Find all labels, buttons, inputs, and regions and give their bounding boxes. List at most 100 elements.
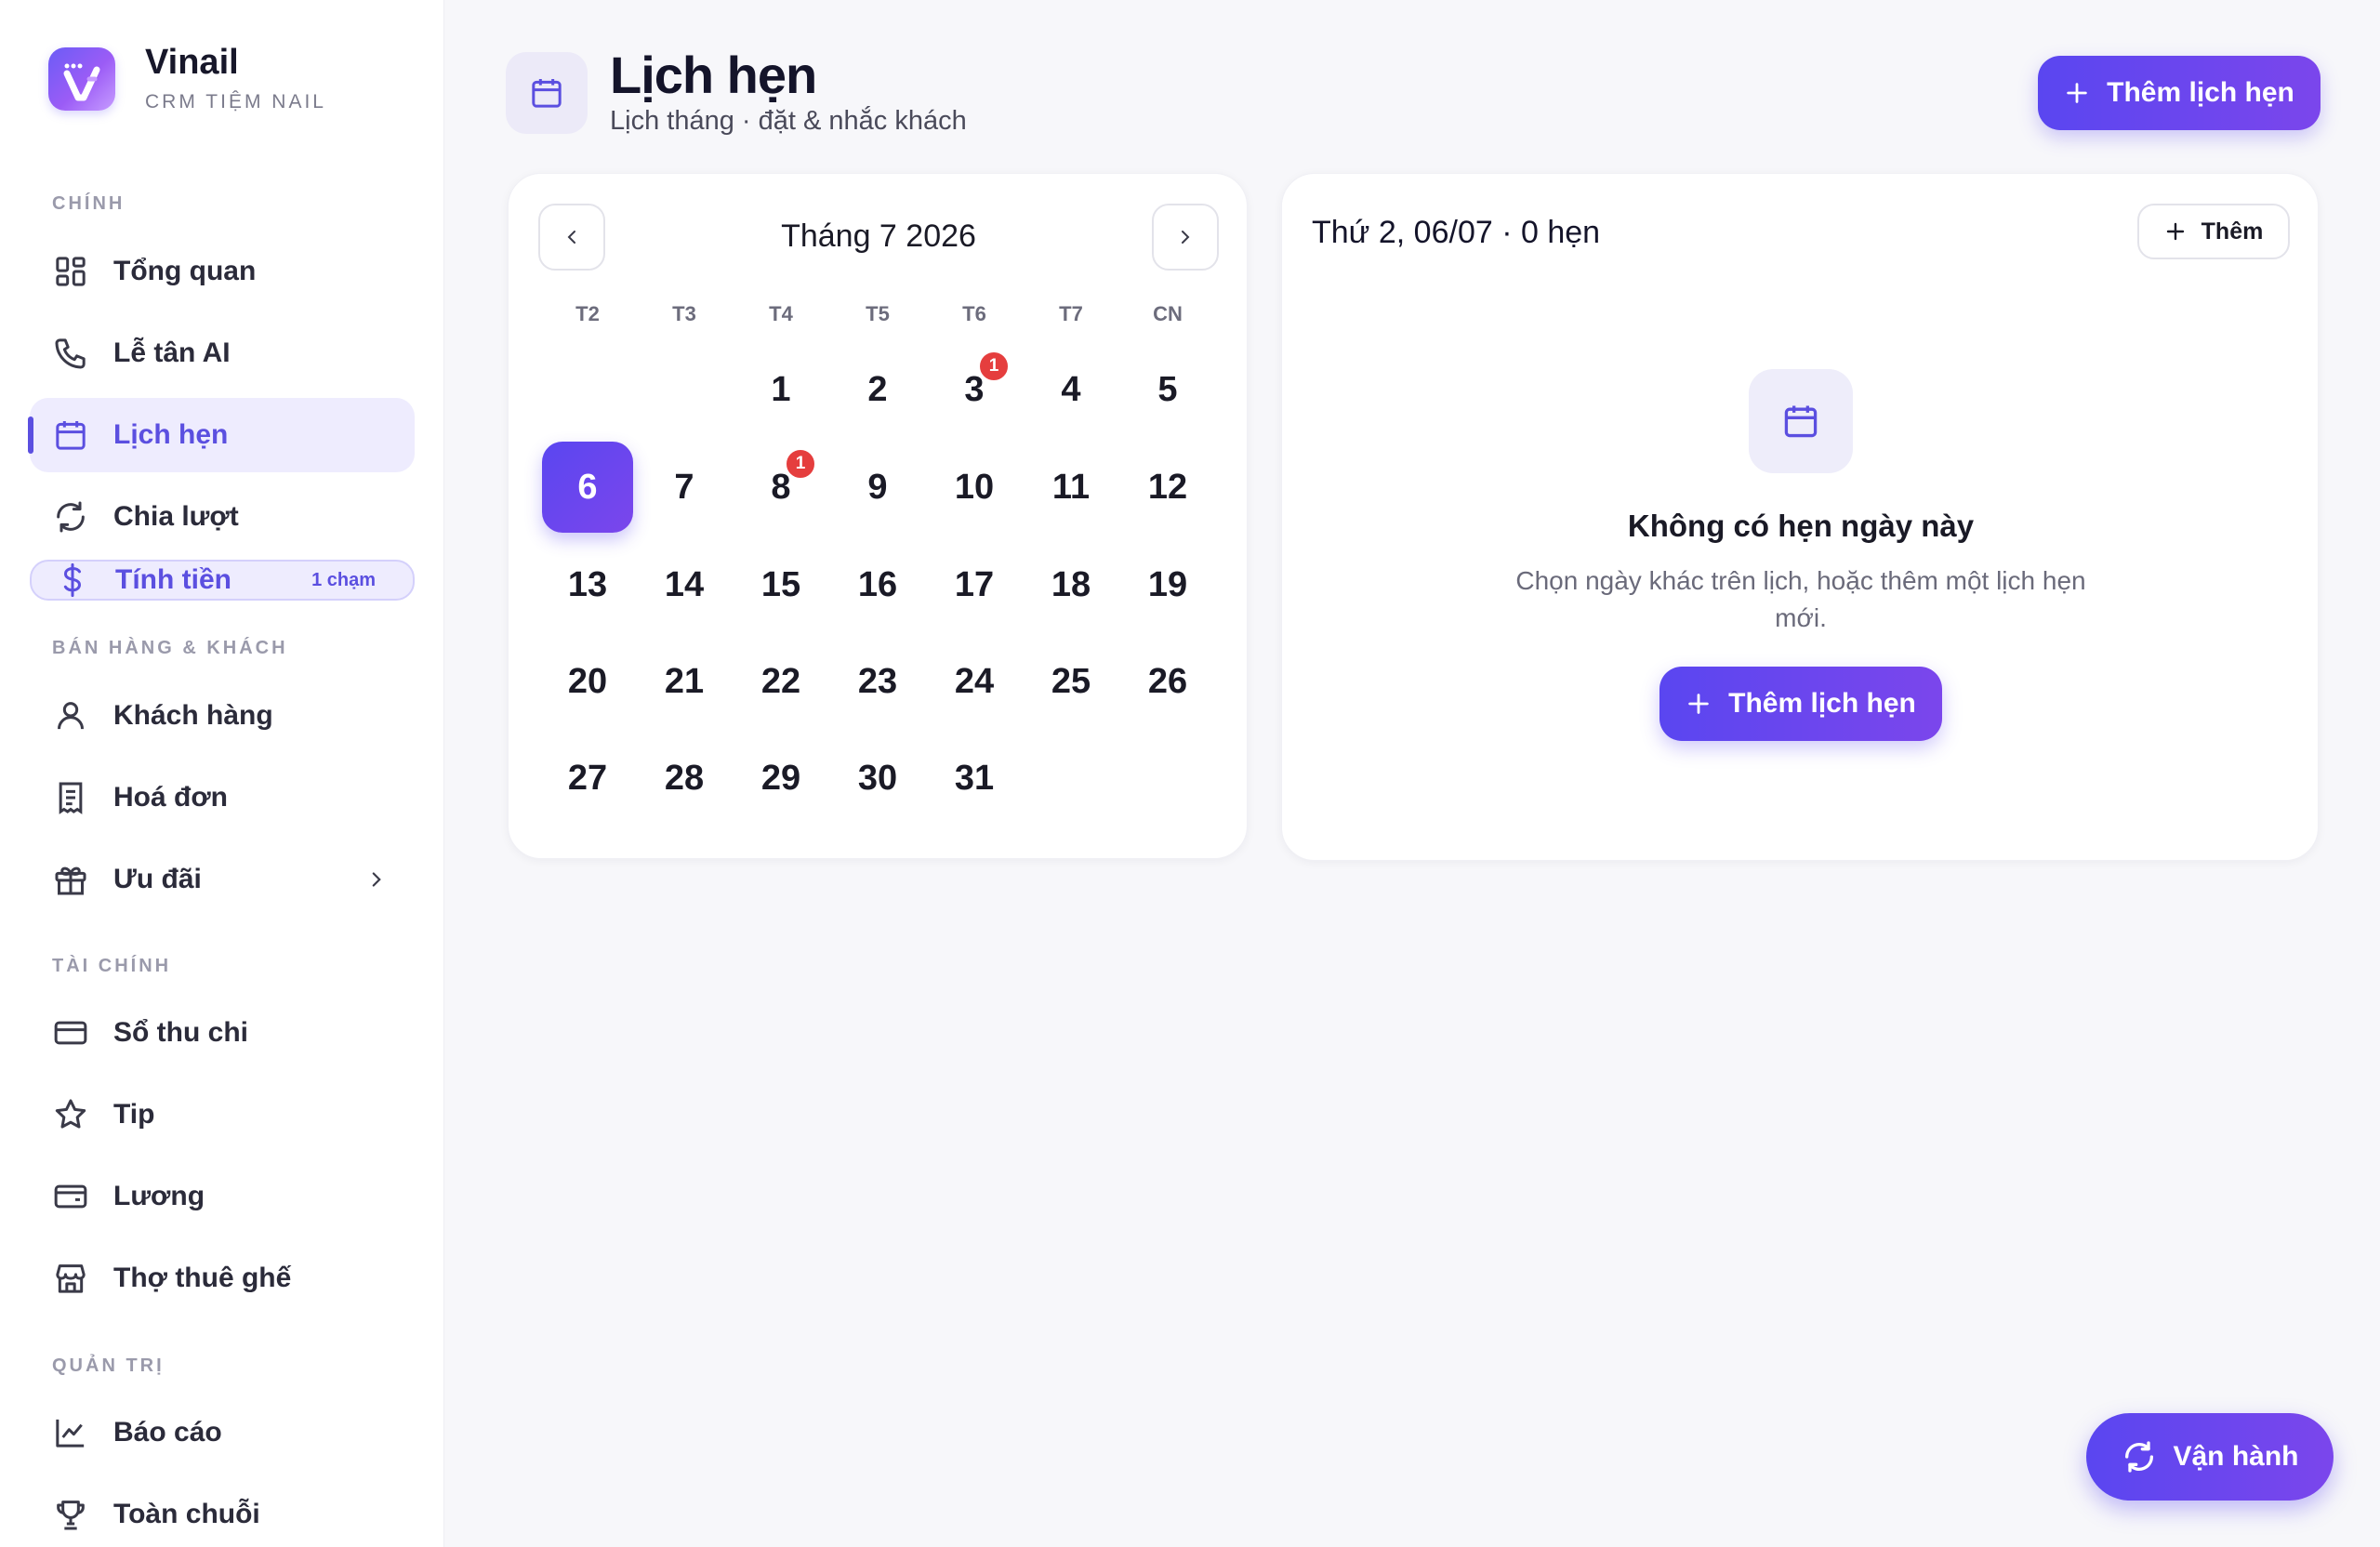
trophy-icon [57, 1501, 85, 1530]
calendar-day-number: 16 [857, 564, 898, 604]
calendar-day[interactable]: 10 [929, 442, 1020, 533]
sidebar-item-label: Lương [113, 1181, 205, 1211]
calendar-day[interactable]: 9 [832, 442, 923, 533]
calendar-day[interactable]: 17 [929, 539, 1020, 630]
operations-button[interactable]: Vận hành [2086, 1413, 2334, 1501]
calendar-day[interactable]: 29 [735, 733, 826, 824]
calendar-day[interactable]: 12 [1122, 442, 1213, 533]
calendar-day-number: 18 [1051, 564, 1091, 604]
add-appointment-button[interactable]: Thêm lịch hẹn [2038, 56, 2320, 130]
sidebar-item-appointments[interactable]: Lịch hẹn [28, 398, 415, 472]
calendar-day[interactable]: 11 [1025, 442, 1117, 533]
calendar-day[interactable]: 13 [542, 539, 633, 630]
sidebar-item-label: Tính tiền [115, 564, 231, 595]
calendar-day-number: 30 [857, 758, 898, 798]
nav-section-sales: BÁN HÀNG & KHÁCH [52, 638, 288, 658]
operations-label: Vận hành [2173, 1441, 2299, 1472]
sidebar-item-reports[interactable]: Báo cáo [30, 1395, 415, 1470]
calendar-day-number: 26 [1147, 661, 1188, 701]
calendar-day[interactable]: 21 [639, 636, 730, 727]
calendar-day[interactable]: 19 [1122, 539, 1213, 630]
sidebar-item-checkout[interactable]: Tính tiền 1 chạm [30, 560, 415, 601]
calendar-day[interactable]: 4 [1025, 344, 1117, 435]
chevron-right-icon [1182, 231, 1190, 244]
weekday-header: T7 [1059, 302, 1083, 325]
sidebar-item-invoices[interactable]: Hoá đơn [30, 760, 415, 835]
appointment-count-badge: 1 [784, 447, 817, 481]
empty-add-appointment-button[interactable]: Thêm lịch hẹn [1659, 667, 1942, 741]
nav-section-main: CHÍNH [52, 193, 126, 214]
calendar-day[interactable]: 28 [639, 733, 730, 824]
calendar-day[interactable]: 27 [542, 733, 633, 824]
calendar-day[interactable]: 7 [639, 442, 730, 533]
calendar-day[interactable]: 31 [929, 733, 1020, 824]
plus-icon [1688, 694, 1709, 714]
calendar-day-number: 29 [760, 758, 801, 798]
calendar-day[interactable]: 16 [832, 539, 923, 630]
sidebar-item-tip[interactable]: Tip [30, 1078, 415, 1152]
calendar-day[interactable]: 25 [1025, 636, 1117, 727]
calendar-day[interactable]: 31 [929, 344, 1020, 435]
sidebar-item-customers[interactable]: Khách hàng [30, 679, 415, 753]
sidebar-item-label: Toàn chuỗi [113, 1499, 260, 1529]
calendar-day[interactable]: 22 [735, 636, 826, 727]
add-appointment-label: Thêm lịch hẹn [2107, 77, 2294, 108]
calendar-day-selected[interactable]: 6 [542, 442, 633, 533]
calendar-day[interactable]: 23 [832, 636, 923, 727]
calendar-day-number: 23 [857, 661, 898, 701]
weekday-header: T3 [672, 302, 696, 325]
appointment-count-badge: 1 [977, 350, 1011, 383]
nav-section-admin: QUẢN TRỊ [52, 1355, 165, 1376]
calendar-day[interactable]: 81 [735, 442, 826, 533]
add-button[interactable]: Thêm [2137, 204, 2290, 259]
sidebar-item-label: Tổng quan [113, 256, 257, 286]
calendar-day-number: 1 [771, 369, 791, 409]
user-icon [58, 702, 84, 730]
nav-section-finance: TÀI CHÍNH [52, 956, 172, 976]
card-icon [54, 1021, 87, 1045]
calendar-day-number: 24 [954, 661, 995, 701]
sidebar-item-chain[interactable]: Toàn chuỗi [30, 1477, 415, 1547]
page-subtitle: Lịch tháng · đặt & nhắc khách [610, 106, 967, 136]
weekday-header: T6 [962, 302, 986, 325]
sidebar-item-turns[interactable]: Chia lượt [30, 480, 415, 554]
sidebar-item-ai-reception[interactable]: Lễ tân AI [30, 316, 415, 390]
calendar-day-number: 21 [664, 661, 705, 701]
sidebar-item-label: Chia lượt [113, 501, 239, 532]
vinail-logo-icon [48, 47, 115, 111]
brand[interactable]: Vinail CRM TIỆM NAIL [48, 45, 326, 113]
next-month-button[interactable] [1152, 204, 1219, 271]
calendar-day-number: 4 [1061, 369, 1081, 409]
calendar-day[interactable]: 18 [1025, 539, 1117, 630]
calendar-day-number: 20 [567, 661, 608, 701]
plus-icon [2067, 83, 2087, 103]
grid-icon [56, 257, 86, 286]
sidebar-item-label: Ưu đãi [113, 864, 202, 894]
calendar-day[interactable]: 14 [639, 539, 730, 630]
calendar-day-number: 12 [1147, 467, 1188, 507]
sidebar-item-salary[interactable]: Lương [30, 1159, 415, 1234]
sidebar-item-cashbook[interactable]: Sổ thu chi [30, 996, 415, 1070]
calendar-day[interactable]: 24 [929, 636, 1020, 727]
calendar-day-number: 6 [577, 467, 598, 507]
calendar-day[interactable]: 20 [542, 636, 633, 727]
weekday-header: T5 [866, 302, 890, 325]
calendar-day[interactable]: 5 [1122, 344, 1213, 435]
brand-name: Vinail [145, 43, 239, 82]
calendar-month-label: Tháng 7 2026 [781, 218, 976, 254]
dollar-icon [63, 562, 82, 598]
calendar-day[interactable]: 2 [832, 344, 923, 435]
selected-day-title: Thứ 2, 06/07 · 0 hẹn [1312, 215, 1601, 250]
sidebar-item-overview[interactable]: Tổng quan [30, 234, 415, 309]
calendar-day-number: 17 [954, 564, 995, 604]
calendar-day[interactable]: 1 [735, 344, 826, 435]
calendar-day[interactable]: 30 [832, 733, 923, 824]
calendar-day[interactable]: 26 [1122, 636, 1213, 727]
sidebar-item-label: Sổ thu chi [113, 1017, 248, 1048]
sidebar-item-promotions[interactable]: Ưu đãi [30, 842, 415, 917]
calendar-day[interactable]: 15 [735, 539, 826, 630]
calendar-day-number: 2 [867, 369, 888, 409]
page-title: Lịch hẹn [610, 46, 817, 104]
refresh-icon [2125, 1441, 2154, 1473]
sidebar-item-chair-rental[interactable]: Thợ thuê ghế [30, 1241, 415, 1316]
